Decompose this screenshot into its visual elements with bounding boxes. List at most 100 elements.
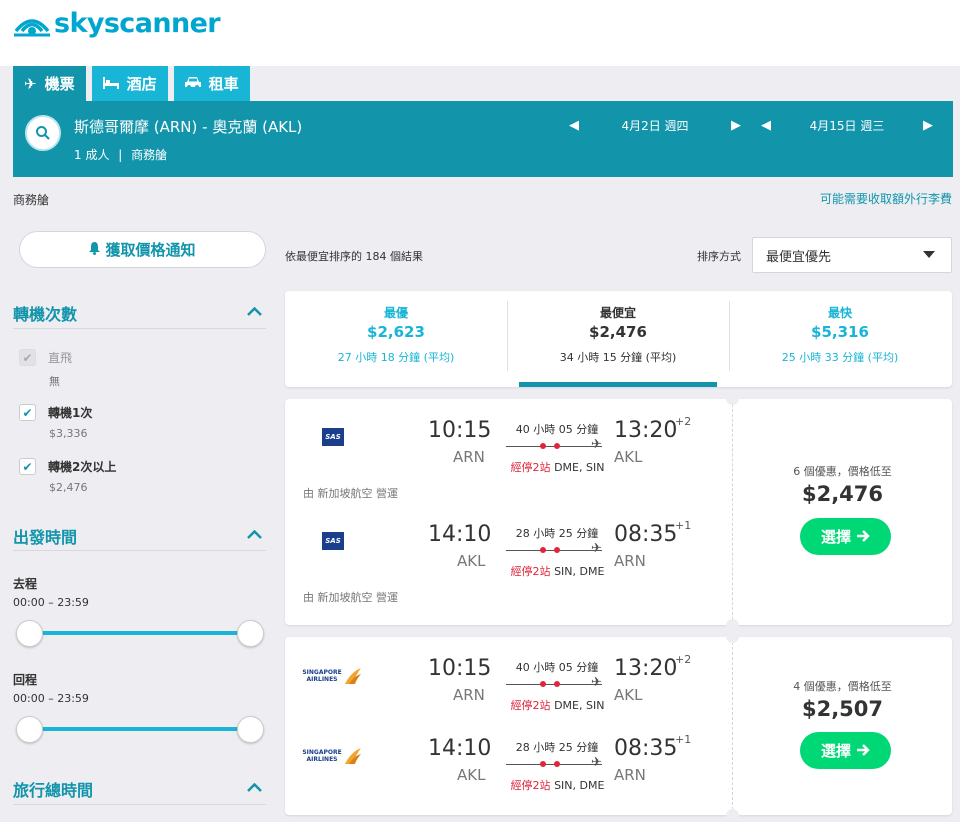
checkbox-direct[interactable]: ✔ — [19, 349, 36, 366]
select-button[interactable]: 選擇 — [800, 518, 891, 555]
tab-car-hire[interactable]: 租車 — [173, 66, 250, 101]
tab-hotels[interactable]: 酒店 — [91, 66, 168, 101]
route-line — [506, 547, 602, 553]
return-leg: SAS 14:10 AKL 28 小時 25 分鐘 ✈ 經停2站 SIN, DM… — [285, 517, 725, 607]
stop-dot — [540, 547, 546, 553]
departure-airport: AKL — [457, 766, 486, 784]
next-depart-date-icon[interactable]: ▶ — [731, 118, 741, 133]
arrow-right-icon — [857, 742, 870, 760]
chevron-up-icon[interactable] — [247, 301, 262, 320]
next-return-date-icon[interactable]: ▶ — [923, 118, 933, 133]
sort-summary-tabs: 最優 $2,623 27 小時 18 分鐘 (平均) 最便宜 $2,476 34… — [285, 291, 952, 387]
skyscanner-logo[interactable]: skyscanner — [12, 8, 221, 39]
stops-info: 經停2站 DME, SIN — [495, 459, 620, 475]
chevron-up-icon[interactable] — [247, 524, 262, 543]
stops-option-one-stop[interactable]: ✔ 轉機1次 — [19, 404, 92, 421]
plane-icon: ✈ — [591, 541, 602, 556]
outbound-label: 去程 — [13, 577, 38, 591]
slider-handle-start[interactable] — [16, 620, 43, 647]
select-label: 選擇 — [820, 528, 851, 546]
checkbox-one-stop[interactable]: ✔ — [19, 404, 36, 421]
stops-option-two-plus[interactable]: ✔ 轉機2次以上 — [19, 458, 116, 475]
departure-time: 14:10 — [428, 736, 492, 761]
summary-tab-fastest[interactable]: 最快 $5,316 25 小時 33 分鐘 (平均) — [729, 291, 951, 387]
day-offset: +1 — [675, 733, 692, 746]
summary-tab-cheapest[interactable]: 最便宜 $2,476 34 小時 15 分鐘 (平均) — [507, 291, 729, 387]
chevron-up-icon[interactable] — [247, 777, 262, 796]
search-icon[interactable] — [25, 115, 61, 151]
departure-times-header[interactable]: 出發時間 — [13, 524, 266, 548]
deals-count: 6 個優惠，價格低至 — [793, 465, 892, 478]
summary-price: $2,476 — [589, 323, 647, 341]
departure-airport: AKL — [457, 552, 486, 570]
section-divider — [13, 550, 266, 551]
section-divider — [13, 328, 266, 329]
departure-time: 10:15 — [428, 418, 492, 443]
stops-airports: SIN, DME — [554, 565, 605, 578]
active-tab-indicator — [519, 382, 717, 387]
summary-duration: 27 小時 18 分鐘 (平均) — [337, 351, 455, 364]
itinerary-price: $2,507 — [801, 697, 884, 721]
depart-date[interactable]: 4月2日 週四 — [579, 117, 731, 134]
search-summary-bar[interactable]: 斯德哥爾摩 (ARN) - 奧克蘭 (AKL) 1 成人 | 商務艙 ◀ 4月2… — [13, 101, 953, 177]
journey-duration-header[interactable]: 旅行總時間 — [13, 777, 266, 801]
slider-handle-start[interactable] — [16, 716, 43, 743]
prev-depart-date-icon[interactable]: ◀ — [569, 118, 579, 133]
stops-airports: DME, SIN — [554, 461, 605, 474]
stops-count: 經停2站 — [510, 699, 551, 712]
singapore-airlines-logo: SINGAPORE AIRLINES — [302, 666, 364, 688]
tab-flights-label: 機票 — [44, 75, 75, 93]
itinerary-card[interactable]: SINGAPORE AIRLINES 10:15 ARN 40 小時 05 分鐘… — [285, 630, 952, 822]
depart-date-nav: ◀ 4月2日 週四 ▶ — [569, 117, 741, 134]
route-text[interactable]: 斯德哥爾摩 (ARN) - 奧克蘭 (AKL) — [74, 116, 302, 137]
summary-label: 最便宜 — [599, 306, 636, 320]
plane-icon: ✈ — [591, 675, 602, 690]
results-count: 依最便宜排序的 184 個結果 — [285, 250, 423, 263]
price-alert-label: 獲取價格通知 — [105, 241, 196, 259]
departure-times-title: 出發時間 — [13, 528, 78, 547]
itinerary-card[interactable]: SAS 10:15 ARN 40 小時 05 分鐘 ✈ 經停2站 DME, SI… — [285, 392, 952, 632]
stop-dot — [540, 761, 546, 767]
option-price: $3,336 — [49, 427, 88, 440]
trip-details[interactable]: 1 成人 | 商務艙 — [74, 146, 167, 163]
tab-flights[interactable]: ✈ 機票 — [13, 66, 86, 101]
stops-option-direct[interactable]: ✔ 直飛 — [19, 349, 72, 366]
stop-dot — [554, 761, 560, 767]
slider-track — [28, 631, 252, 635]
return-date[interactable]: 4月15日 週三 — [771, 117, 923, 134]
flight-duration: 28 小時 25 分鐘 — [515, 527, 599, 540]
arrival-airport: AKL — [614, 448, 643, 466]
summary-tab-best[interactable]: 最優 $2,623 27 小時 18 分鐘 (平均) — [285, 291, 507, 387]
cabin-label: 商務艙 — [13, 193, 50, 207]
slider-handle-end[interactable] — [237, 716, 264, 743]
departure-time: 10:15 — [428, 656, 492, 681]
checkbox-two-plus-stops[interactable]: ✔ — [19, 458, 36, 475]
separator: | — [118, 148, 123, 162]
tab-hotels-label: 酒店 — [126, 75, 157, 93]
baggage-fee-link[interactable]: 可能需要收取額外行李費 — [820, 190, 952, 207]
departure-airport: ARN — [453, 448, 485, 466]
operated-by: 由 新加坡航空 營運 — [303, 487, 398, 500]
bell-icon — [89, 241, 101, 259]
select-label: 選擇 — [820, 742, 851, 760]
select-button[interactable]: 選擇 — [800, 732, 891, 769]
price-panel: 6 個優惠，價格低至 $2,476 選擇 — [733, 399, 952, 625]
journey-duration-title: 旅行總時間 — [13, 781, 94, 800]
section-divider — [13, 804, 266, 805]
top-header: skyscanner — [0, 0, 960, 66]
slider-handle-end[interactable] — [237, 620, 264, 647]
sort-label: 排序方式 — [697, 250, 741, 263]
price-alert-button[interactable]: 獲取價格通知 — [19, 231, 266, 268]
day-offset: +1 — [675, 519, 692, 532]
inbound-time-slider[interactable] — [16, 716, 264, 743]
stop-dot — [554, 681, 560, 687]
arrow-right-icon — [857, 528, 870, 546]
tab-car-hire-label: 租車 — [208, 75, 239, 93]
outbound-time-slider[interactable] — [16, 620, 264, 647]
option-price: 無 — [49, 375, 60, 388]
stops-filter-header[interactable]: 轉機次數 — [13, 301, 266, 325]
stops-filter-title: 轉機次數 — [13, 305, 78, 324]
inbound-time-range: 00:00 – 23:59 — [13, 692, 89, 705]
prev-return-date-icon[interactable]: ◀ — [761, 118, 771, 133]
sort-dropdown[interactable]: 最便宜優先 — [752, 237, 952, 273]
